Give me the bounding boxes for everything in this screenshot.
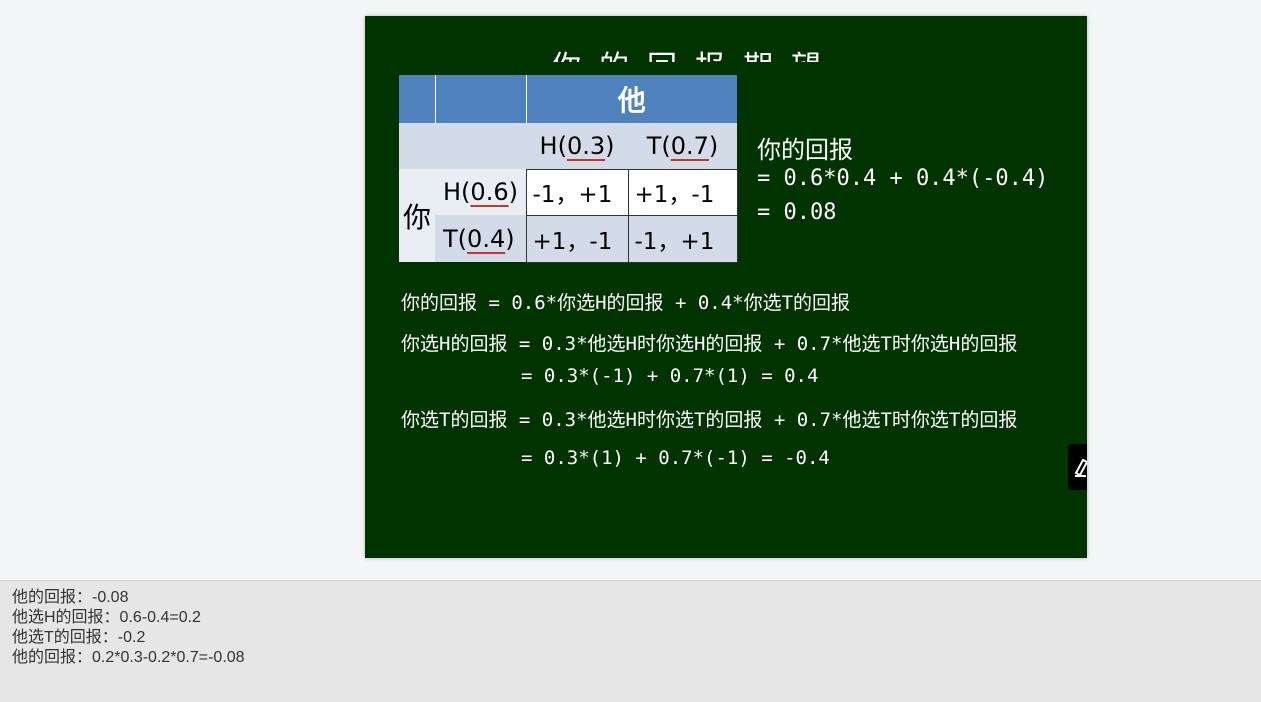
edit-button[interactable] [1068, 444, 1087, 490]
col-header-h: H(0.3) [526, 123, 628, 169]
equation-line: 你的回报 = 0.6*你选H的回报 + 0.4*你选T的回报 [401, 292, 851, 314]
note-line: 他选T的回报：-0.2 [12, 629, 146, 646]
col-header-t: T(0.7) [628, 123, 737, 169]
payoff-table: 他 H(0.3) T(0.7) 你 H(0.6) -1，+1 +1，-1 T(0… [399, 75, 738, 263]
column-player-label: 他 [617, 84, 646, 117]
note-line: 他选H的回报：0.6-0.4=0.2 [12, 609, 201, 626]
formula-line-2: = 0.08 [757, 200, 837, 225]
row-player-label: 你 [399, 169, 435, 262]
formula-line-1: = 0.6*0.4 + 0.4*(-0.4) [757, 166, 1049, 191]
edit-icon [1074, 458, 1087, 477]
row-header-h: H(0.6) [435, 169, 526, 215]
equation-line: = 0.3*(1) + 0.7*(-1) = -0.4 [521, 447, 830, 469]
equation-line: = 0.3*(-1) + 0.7*(1) = 0.4 [521, 365, 819, 387]
payoff-cell-ht: +1，-1 [627, 168, 738, 216]
slide-title: 你的回报期望 [545, 36, 845, 62]
payoff-cell-th: +1，-1 [525, 214, 629, 263]
row-header-t: T(0.4) [435, 215, 526, 262]
payoff-cell-hh: -1，+1 [525, 168, 629, 216]
formula-title: 你的回报 [757, 136, 853, 164]
equation-line: 你选T的回报 = 0.3*他选H时你选T的回报 + 0.7*他选T时你选T的回报 [401, 409, 1018, 431]
payoff-cell-tt: -1，+1 [627, 214, 738, 263]
note-line: 他的回报：0.2*0.3-0.2*0.7=-0.08 [12, 649, 245, 666]
slide-canvas: 你的回报期望 他 H(0.3) T(0.7) 你 H(0.6) -1，+1 +1… [365, 16, 1087, 558]
notes-panel[interactable]: 他的回报：-0.08 他选H的回报：0.6-0.4=0.2 他选T的回报：-0.… [0, 580, 1261, 702]
equation-line: 你选H的回报 = 0.3*他选H时你选H的回报 + 0.7*他选T时你选H的回报 [401, 333, 1018, 355]
note-line: 他的回报：-0.08 [12, 589, 129, 606]
